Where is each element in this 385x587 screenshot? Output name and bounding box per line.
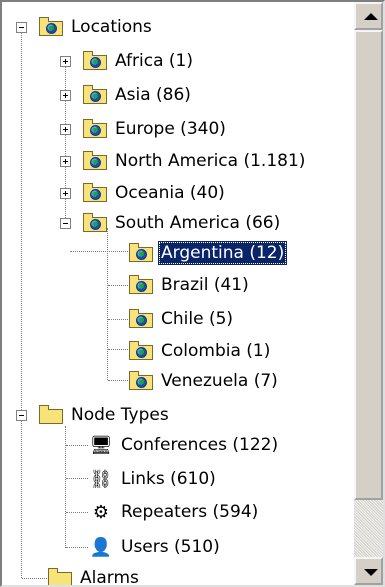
tree-line (66, 512, 88, 513)
expand-toggle-europe[interactable] (60, 124, 71, 135)
tree-item-brazil[interactable]: Brazil (41) (128, 270, 252, 300)
tree-item-label: Venezuela (7) (161, 371, 278, 391)
tree-item-label: Argentina (12) (158, 241, 288, 265)
collapse-toggle-locations[interactable] (16, 22, 27, 33)
expand-toggle-asia[interactable] (60, 90, 71, 101)
open-globe-folder-icon (128, 242, 154, 264)
globe-folder-icon (82, 150, 108, 172)
tree-line (108, 285, 128, 286)
expand-toggle-oceania[interactable] (60, 188, 71, 199)
tree-item-label: Brazil (41) (161, 275, 249, 295)
repeater-icon: ⚙ (92, 501, 110, 523)
tree-item-locations[interactable]: Locations (38, 12, 155, 42)
arrow-up-icon (364, 13, 378, 20)
tree-item-label: Node Types (71, 405, 169, 425)
tree-item-africa[interactable]: Africa (1) (82, 46, 196, 76)
tree-line (108, 319, 128, 320)
globe-folder-icon (128, 274, 154, 296)
tree-item-label: Links (610) (121, 469, 216, 489)
tree-item-label: North America (1.181) (115, 151, 306, 171)
tree-item-label: Repeaters (594) (121, 502, 259, 522)
scroll-thumb[interactable] (354, 30, 383, 500)
tree-line (66, 547, 88, 548)
tree-item-north-america[interactable]: North America (1.181) (82, 146, 308, 176)
tree-line (70, 251, 128, 252)
tree-view[interactable]: Locations Africa (1) Asia (86) Europe (3… (2, 2, 354, 585)
folder-icon (38, 404, 64, 426)
tree-item-europe[interactable]: Europe (340) (82, 114, 229, 144)
tree-item-label: Europe (340) (115, 119, 226, 139)
globe-folder-icon (82, 182, 108, 204)
tree-item-node-types[interactable]: Node Types (38, 400, 172, 430)
tree-item-chile[interactable]: Chile (5) (128, 304, 236, 334)
scroll-down-button[interactable] (354, 557, 383, 585)
alarm-folder-icon (47, 567, 73, 585)
user-icon: 👤 (89, 536, 113, 558)
globe-folder-icon (38, 16, 64, 38)
expand-toggle-north-america[interactable] (60, 156, 71, 167)
tree-item-users[interactable]: 👤 Users (510) (88, 532, 223, 562)
tree-item-asia[interactable]: Asia (86) (82, 80, 194, 110)
tree-item-label: Users (510) (121, 537, 220, 557)
chain-link-icon: ⛓ (89, 468, 113, 490)
tree-item-label: Africa (1) (115, 51, 193, 71)
tree-item-links[interactable]: ⛓ Links (610) (88, 464, 219, 494)
conference-icon: 🖥 (89, 434, 113, 456)
globe-folder-icon (128, 308, 154, 330)
tree-item-label: Asia (86) (115, 85, 191, 105)
tree-line (66, 445, 88, 446)
tree-line (108, 380, 128, 381)
globe-folder-icon (82, 118, 108, 140)
tree-item-conferences[interactable]: 🖥 Conferences (122) (88, 430, 281, 460)
globe-folder-icon (128, 370, 154, 392)
vertical-scrollbar[interactable] (354, 2, 383, 585)
tree-item-label: Chile (5) (161, 309, 234, 329)
tree-item-south-america[interactable]: South America (66) (82, 208, 283, 238)
collapse-toggle-node-types[interactable] (16, 410, 27, 421)
collapse-toggle-south-america[interactable] (60, 218, 71, 229)
scroll-up-button[interactable] (354, 2, 383, 30)
tree-item-oceania[interactable]: Oceania (40) (82, 178, 228, 208)
tree-item-label: South America (66) (115, 213, 281, 233)
tree-line (66, 478, 88, 479)
arrow-down-icon (364, 569, 378, 576)
tree-item-label: Colombia (1) (161, 341, 271, 361)
tree-item-label: Alarms (80, 568, 139, 587)
tree-view-frame: Locations Africa (1) Asia (86) Europe (3… (0, 0, 385, 587)
globe-folder-icon (82, 50, 108, 72)
expand-toggle-africa[interactable] (60, 56, 71, 67)
tree-item-venezuela[interactable]: Venezuela (7) (128, 366, 281, 396)
tree-line (22, 578, 47, 579)
tree-line (21, 26, 22, 578)
tree-item-label: Oceania (40) (115, 183, 225, 203)
tree-item-repeaters[interactable]: ⚙ Repeaters (594) (88, 497, 261, 527)
tree-item-argentina[interactable]: Argentina (12) (128, 238, 288, 268)
tree-item-label: Locations (71, 17, 152, 37)
tree-item-alarms[interactable]: Alarms (47, 563, 142, 587)
globe-folder-icon (82, 212, 108, 234)
globe-folder-icon (128, 340, 154, 362)
tree-line (108, 349, 128, 350)
tree-item-label: Conferences (122) (121, 435, 279, 455)
globe-folder-icon (82, 84, 108, 106)
tree-item-colombia[interactable]: Colombia (1) (128, 336, 273, 366)
